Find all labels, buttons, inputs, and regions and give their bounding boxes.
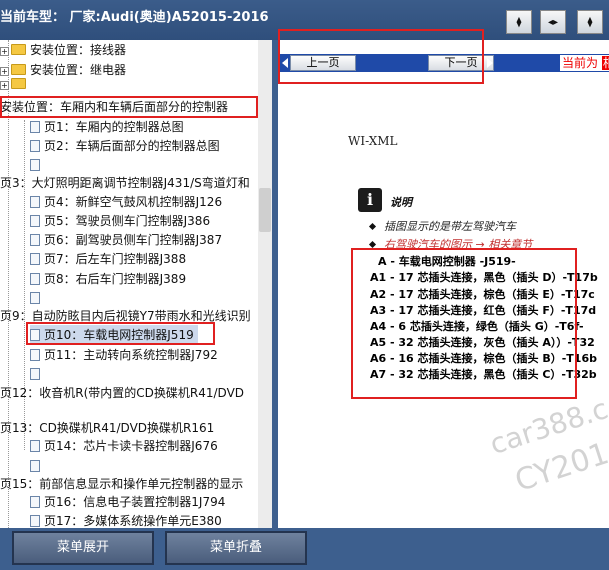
folder-icon [11,78,26,89]
page-icon [30,159,40,171]
connector-line: A6 - 16 芯插头连接，棕色（插头 B）-T16b [370,352,597,365]
page-icon [30,496,40,508]
page-icon [30,234,40,246]
expand-toggle-icon[interactable]: + [0,81,9,90]
prev-arrow-icon [282,58,288,68]
page-icon [30,121,40,133]
document-viewer: 上一页 下一页 当前为 相 WI-XML i 说明 插图显示的是带左驾驶汽车 右… [278,40,609,528]
tree-page-item[interactable]: 页7：后左车门控制器J388 [30,249,186,269]
bottom-bar: 菜单展开 菜单折叠 [0,528,609,570]
component-tree: + 安装位置：接线器 + 安装位置：继电器 + 安装位置：车厢内和车辆后面部分的控制… [0,40,272,528]
page-icon [30,140,40,152]
folder-icon [11,64,26,75]
connector-line: A3 - 17 芯插头连接，红色（插头 F）-T17d [370,304,597,317]
folder-icon [11,44,26,55]
tree-page-item[interactable]: 页8：右后车门控制器J389 [30,269,186,289]
page-icon [30,440,40,452]
current-page-label: 当前为 相 [560,55,609,71]
prev-page-button[interactable]: 上一页 [290,55,356,71]
current-vehicle-title: 当前车型： 厂家:Audi(奥迪)A52015-2016 [0,10,269,25]
document-header: WI-XML [348,134,398,148]
page-icon [30,329,40,341]
tree-page-item[interactable]: 页2：车辆后面部分的控制器总图 [30,136,220,156]
tree-page-item[interactable] [30,288,44,308]
tree-page-item[interactable] [30,456,44,476]
next-arrow-icon [487,58,493,68]
tree-page-item-selected[interactable]: 页10：车载电网控制器J519 [30,325,198,345]
tree-item[interactable]: + 安装位置：继电器 [0,60,126,80]
page-icon [30,292,40,304]
tree-group-item[interactable]: 页13：CD换碟机R41/DVD换碟机R161 [0,418,214,438]
page-icon [30,253,40,265]
menu-expand-button[interactable]: 菜单展开 [12,531,154,565]
info-title: 说明 [390,196,412,209]
tree-page-item[interactable] [30,155,44,175]
tree-scrollbar[interactable] [258,40,272,528]
tree-item[interactable]: + 安装位置：接线器 [0,40,126,60]
page-icon [30,196,40,208]
tree-page-item[interactable] [30,364,44,384]
tree-group-item[interactable]: 页12：收音机R(带内置的CD换碟机R41/DVD [0,383,244,403]
tree-section-cabin-controllers[interactable]: 安装位置：车厢内和车辆后面部分的控制器 [0,97,228,117]
tree-item-label: 安装位置：继电器 [30,63,127,77]
connector-line: A2 - 17 芯插头连接，棕色（插头 E）-T17c [370,288,595,301]
tree-page-item[interactable]: 页1：车厢内的控制器总图 [30,117,184,137]
page-icon [30,215,40,227]
current-page-value: 相 [601,56,609,70]
page-navigation-bar: 上一页 下一页 当前为 相 [278,54,609,72]
split-view-button[interactable]: ◂▸ [540,10,566,34]
page-icon [30,515,40,527]
expand-view-button[interactable]: ⧫ [506,10,532,34]
tree-group-item[interactable]: 页9：自动防眩目内后视镜Y7带雨水和光线识别 [0,306,251,326]
tree-page-item[interactable]: 页11：主动转向系统控制器J792 [30,345,218,365]
tree-item[interactable]: + [0,78,30,90]
tree-page-item[interactable]: 页14：芯片卡读卡器控制器J676 [30,436,218,456]
info-bullet: 插图显示的是带左驾驶汽车 [384,220,516,233]
page-icon [30,368,40,380]
page-icon [30,349,40,361]
connector-line: A4 - 6 芯插头连接，绿色（插头 G）-T6f- [370,320,584,333]
tree-item-label: 安装位置：接线器 [30,43,127,57]
bullet-icon [368,222,377,231]
next-page-button[interactable]: 下一页 [428,55,494,71]
page-icon [30,460,40,472]
tree-page-item[interactable]: 页6：副驾驶员侧车门控制器J387 [30,230,222,250]
info-icon: i [358,188,382,212]
expand-toggle-icon[interactable]: + [0,47,9,56]
tree-group-item[interactable]: 页15：前部信息显示和操作单元控制器的显示 [0,474,243,494]
bullet-icon [368,240,377,249]
split-icon: ◂▸ [547,16,559,28]
tree-scrollbar-thumb[interactable] [259,188,271,232]
page-icon [30,273,40,285]
component-title: A - 车载电网控制器 -J519- [378,255,516,268]
collapse-icon: ⧫ [587,16,593,28]
tree-item-label: 安装位置：车厢内和车辆后面部分的控制器 [0,100,229,114]
menu-collapse-button[interactable]: 菜单折叠 [165,531,307,565]
top-bar: 当前车型： 厂家:Audi(奥迪)A52015-2016 ⧫ ◂▸ ⧫ [0,0,609,40]
info-bullet-link[interactable]: 右驾驶汽车的图示 → 相关章节 [384,236,532,252]
tree-page-item[interactable]: 页17：多媒体系统操作单元E380 [30,511,222,528]
tree-page-item[interactable]: 页5：驾驶员侧车门控制器J386 [30,211,210,231]
tree-group-item[interactable]: 页3：大灯照明距离调节控制器J431/S弯道灯和 [0,173,250,193]
connector-line: A7 - 32 芯插头连接，黑色（插头 C）-T32b [370,368,597,381]
expand-toggle-icon[interactable]: + [0,67,9,76]
connector-line: A1 - 17 芯插头连接，黑色（插头 D）-T17b [370,271,598,284]
collapse-view-button[interactable]: ⧫ [577,10,603,34]
connector-line: A5 - 32 芯插头连接，灰色（插头 A））-T32 [370,336,595,349]
tree-page-item[interactable]: 页4：新鲜空气鼓风机控制器J126 [30,192,222,212]
tree-page-item[interactable]: 页16：信息电子装置控制器1J794 [30,492,225,512]
expand-icon: ⧫ [516,16,522,28]
